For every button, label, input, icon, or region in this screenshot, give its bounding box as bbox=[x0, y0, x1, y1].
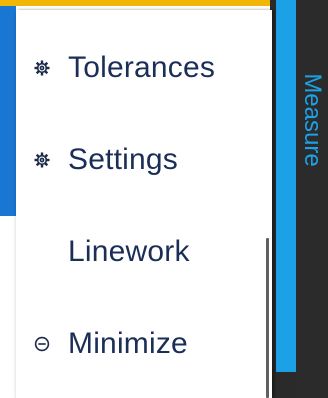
menu-item-linework[interactable]: Linework bbox=[16, 224, 268, 280]
background-top-bar bbox=[0, 0, 280, 6]
menu-item-label: Linework bbox=[68, 235, 190, 268]
background-panel-accent bbox=[0, 6, 16, 216]
measure-tab[interactable] bbox=[296, 0, 328, 398]
measure-tab-label[interactable]: Measure bbox=[299, 73, 326, 166]
overflow-menu: Tolerances Settings Linework Minimize bbox=[16, 10, 272, 398]
gear-icon bbox=[16, 152, 68, 168]
gear-icon bbox=[16, 60, 68, 76]
menu-item-settings[interactable]: Settings bbox=[16, 132, 268, 188]
menu-item-minimize[interactable]: Minimize bbox=[16, 316, 268, 372]
menu-item-tolerances[interactable]: Tolerances bbox=[16, 40, 268, 96]
measure-tab-accent[interactable] bbox=[276, 0, 296, 372]
menu-item-label: Settings bbox=[68, 143, 178, 176]
screen: Measure Tolerances Settings Linework Min… bbox=[0, 0, 328, 398]
menu-item-label: Tolerances bbox=[68, 51, 216, 84]
menu-item-label: Minimize bbox=[68, 327, 188, 360]
minus-circle-icon bbox=[16, 336, 68, 352]
menu-scrollbar[interactable] bbox=[266, 238, 269, 398]
